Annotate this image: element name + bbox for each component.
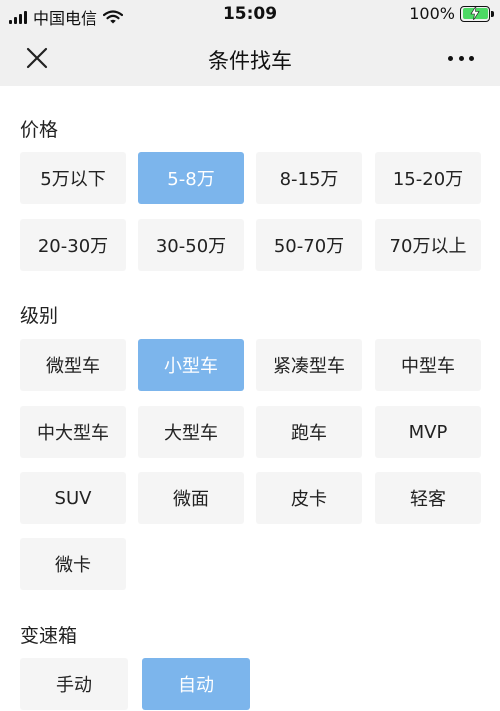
price-option[interactable]: 15-20万	[375, 152, 481, 204]
level-option[interactable]: 大型车	[138, 406, 244, 458]
price-option[interactable]: 70万以上	[375, 219, 481, 271]
charging-bolt-icon	[470, 5, 480, 20]
transmission-option[interactable]: 自动	[142, 658, 250, 710]
level-option[interactable]: 皮卡	[256, 472, 362, 524]
price-option[interactable]: 5-8万	[138, 152, 244, 204]
price-option[interactable]: 30-50万	[138, 219, 244, 271]
price-option[interactable]: 20-30万	[20, 219, 126, 271]
transmission-option[interactable]: 手动	[20, 658, 128, 710]
price-section-title: 价格	[20, 119, 59, 141]
battery-percent: 100%	[409, 4, 455, 23]
more-icon[interactable]	[444, 43, 478, 73]
level-option[interactable]: 微型车	[20, 339, 126, 391]
battery-icon	[460, 5, 494, 22]
level-option[interactable]: 紧凑型车	[256, 339, 362, 391]
level-option[interactable]: 微卡	[20, 538, 126, 590]
level-option[interactable]: MVP	[375, 406, 481, 458]
nav-bar: 条件找车	[0, 30, 500, 86]
price-option[interactable]: 50-70万	[256, 219, 362, 271]
level-option[interactable]: 微面	[138, 472, 244, 524]
level-option[interactable]: 跑车	[256, 406, 362, 458]
level-option[interactable]: 轻客	[375, 472, 481, 524]
level-option[interactable]: SUV	[20, 472, 126, 524]
close-icon[interactable]	[22, 43, 52, 73]
transmission-section-title: 变速箱	[20, 625, 78, 647]
level-option[interactable]: 中大型车	[20, 406, 126, 458]
status-bar: 中国电信 15:09 100%	[0, 0, 500, 30]
page-title: 条件找车	[208, 49, 292, 73]
level-section-title: 级别	[20, 305, 59, 327]
level-option[interactable]: 中型车	[375, 339, 481, 391]
price-option[interactable]: 5万以下	[20, 152, 126, 204]
price-option[interactable]: 8-15万	[256, 152, 362, 204]
level-option[interactable]: 小型车	[138, 339, 244, 391]
